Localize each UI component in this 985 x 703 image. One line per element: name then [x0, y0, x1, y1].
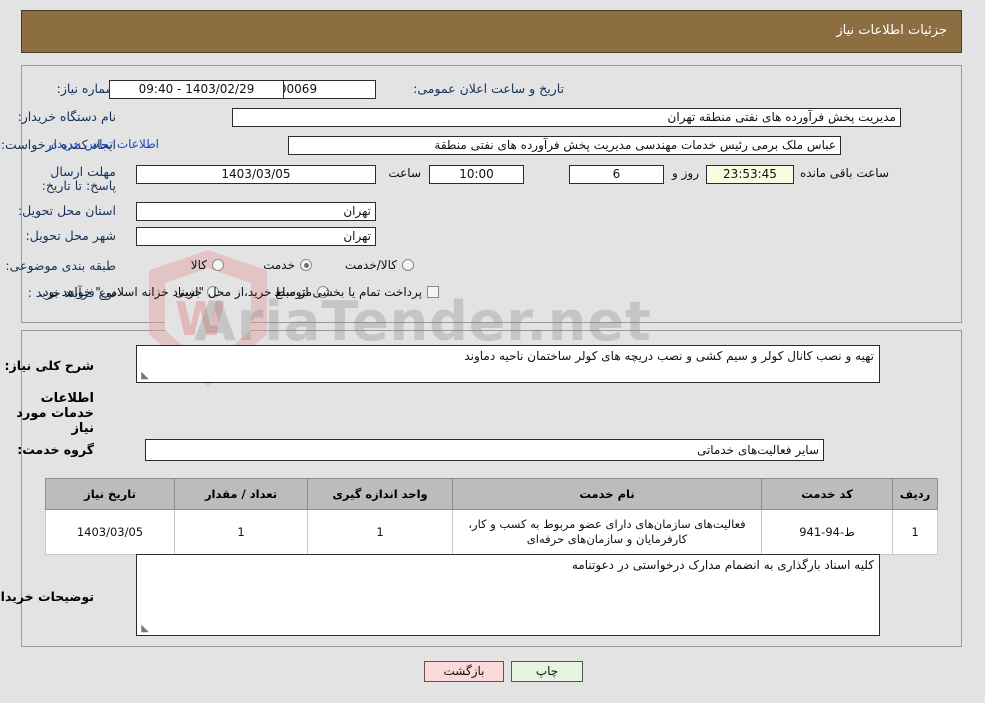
- col-index: ردیف: [893, 478, 939, 510]
- public-announce-label: تاریخ و ساعت اعلان عمومی:: [414, 81, 565, 96]
- remaining-days-value: 6: [570, 165, 665, 184]
- cell-qty: 1: [175, 509, 309, 555]
- province-label-wrap: استان محل تحویل:: [19, 203, 117, 218]
- col-name: نام خدمت: [453, 478, 763, 510]
- col-unit: واحد اندازه گیری: [308, 478, 454, 510]
- days-and-label: روز و: [673, 166, 700, 180]
- remaining-suffix-wrap: ساعت باقی مانده: [801, 166, 890, 180]
- general-desc-value: تهیه و نصب کانال کولر و سیم کشی و نصب در…: [465, 349, 875, 363]
- general-desc-textarea[interactable]: تهیه و نصب کانال کولر و سیم کشی و نصب در…: [137, 345, 881, 383]
- category-option-kala-khedmat[interactable]: کالا/خدمت: [346, 258, 415, 272]
- col-code: کد خدمت: [762, 478, 894, 510]
- service-group-label-wrap: گروه خدمت:: [18, 442, 95, 457]
- page-title: جزئیات اطلاعات نیاز: [837, 23, 948, 38]
- days-and-label-wrap: روز و: [673, 166, 700, 180]
- category-option-khedmat[interactable]: خدمت: [264, 258, 313, 272]
- print-button[interactable]: چاپ: [512, 661, 584, 682]
- deadline-label-wrap: مهلت ارسال پاسخ: تا تاریخ:: [22, 165, 117, 193]
- buyer-notes-label-wrap: توضیحات خریدار:: [0, 589, 95, 604]
- need-number-label: شماره نیاز:: [57, 81, 117, 96]
- treasury-checkbox[interactable]: [428, 286, 440, 298]
- treasury-checkbox-row[interactable]: پرداخت تمام یا بخشی از مبلغ خرید،از محل …: [40, 285, 440, 299]
- cell-date: 1403/03/05: [46, 509, 176, 555]
- buyer-org-label-wrap: نام دستگاه خریدار:: [19, 109, 117, 124]
- category-radio-khedmat[interactable]: [301, 259, 313, 271]
- hour-label-wrap: ساعت: [389, 166, 422, 180]
- service-group-label: گروه خدمت:: [18, 442, 95, 457]
- services-info-heading: اطلاعات خدمات مورد نیاز: [17, 391, 95, 436]
- remaining-time-countdown: 23:53:45: [707, 165, 795, 184]
- category-label-khedmat: خدمت: [264, 258, 296, 272]
- category-option-kala[interactable]: کالا: [192, 258, 225, 272]
- city-value: تهران: [137, 227, 377, 246]
- table-header-row: ردیف کد خدمت نام خدمت واحد اندازه گیری ت…: [46, 478, 939, 510]
- service-items-table: ردیف کد خدمت نام خدمت واحد اندازه گیری ت…: [46, 478, 939, 555]
- public-announce-label-wrap: تاریخ و ساعت اعلان عمومی:: [414, 81, 565, 96]
- hour-label: ساعت: [389, 166, 422, 180]
- deadline-date-value: 1403/03/05: [137, 165, 377, 184]
- general-desc-label-wrap: شرح کلی نیاز:: [6, 358, 95, 373]
- category-label: طبقه بندی موضوعی:: [6, 258, 117, 273]
- table-row: 1 ط-94-941 فعالیت‌های سازمان‌های دارای ع…: [46, 509, 939, 555]
- creator-value: عباس ملک برمی رئیس خدمات مهندسی مدیریت پ…: [289, 136, 842, 155]
- city-label-wrap: شهر محل تحویل:: [27, 228, 117, 243]
- resize-grip-icon-notes[interactable]: ◣: [140, 624, 150, 634]
- category-radio-kala[interactable]: [213, 259, 225, 271]
- cell-name: فعالیت‌های سازمان‌های دارای عضو مربوط به…: [453, 509, 763, 555]
- col-date: تاریخ نیاز: [46, 478, 176, 510]
- treasury-checkbox-label: پرداخت تمام یا بخشی از مبلغ خرید،از محل …: [40, 285, 423, 299]
- province-label: استان محل تحویل:: [18, 203, 117, 218]
- buyer-notes-textarea[interactable]: کلیه اسناد بارگذاری به انضمام مدارک درخو…: [137, 554, 881, 636]
- remaining-suffix-label: ساعت باقی مانده: [800, 166, 890, 180]
- category-radio-kala-khedmat[interactable]: [403, 259, 415, 271]
- general-desc-label: شرح کلی نیاز:: [5, 358, 95, 373]
- cell-unit: 1: [308, 509, 454, 555]
- service-group-value: سایر فعالیت‌های خدماتی: [146, 439, 825, 461]
- deadline-label: مهلت ارسال پاسخ: تا تاریخ:: [42, 164, 117, 193]
- cell-code: ط-94-941: [762, 509, 894, 555]
- deadline-time-value: 10:00: [430, 165, 525, 184]
- resize-grip-icon[interactable]: ◣: [140, 371, 150, 381]
- col-qty: تعداد / مقدار: [175, 478, 309, 510]
- category-label-kala-khedmat: کالا/خدمت: [345, 258, 398, 272]
- public-announce-value: 1403/02/29 - 09:40: [110, 80, 285, 99]
- back-button[interactable]: بازگشت: [425, 661, 505, 682]
- page-header-bar: جزئیات اطلاعات نیاز: [22, 10, 963, 53]
- cell-index: 1: [893, 509, 939, 555]
- need-number-label-wrap: شماره نیاز:: [58, 81, 117, 96]
- category-label-kala: کالا: [191, 258, 208, 272]
- buyer-org-value: مدیریت پخش فرآورده های نفتی منطقه تهران: [233, 108, 902, 127]
- buyer-contact-link[interactable]: اطلاعات تماس خریدار: [49, 137, 160, 151]
- buyer-org-label: نام دستگاه خریدار:: [18, 109, 117, 124]
- buyer-notes-value: کلیه اسناد بارگذاری به انضمام مدارک درخو…: [572, 558, 875, 572]
- city-label: شهر محل تحویل:: [26, 228, 117, 243]
- category-label-wrap: طبقه بندی موضوعی:: [6, 258, 117, 273]
- buyer-notes-label: توضیحات خریدار:: [0, 589, 95, 604]
- province-value: تهران: [137, 202, 377, 221]
